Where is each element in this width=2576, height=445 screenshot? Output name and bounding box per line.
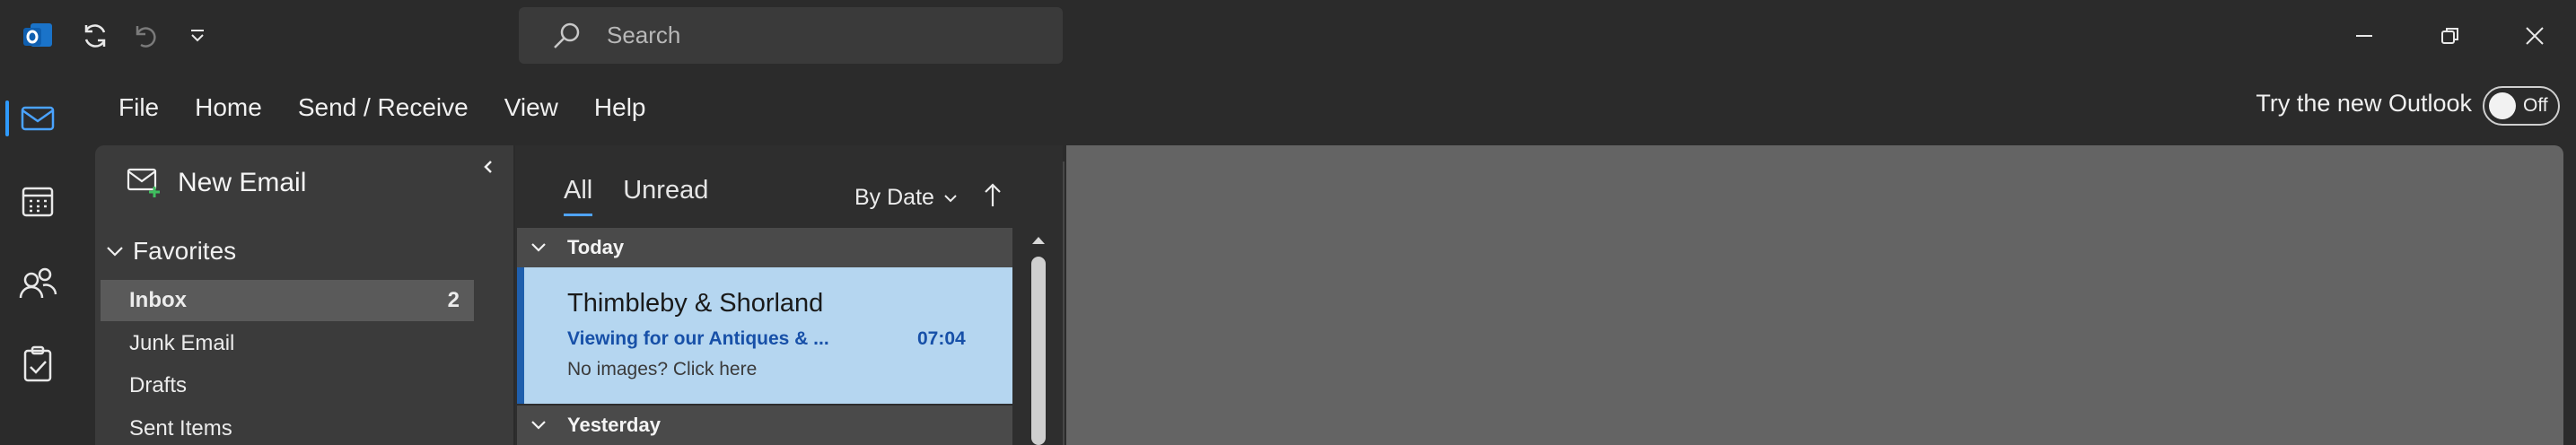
menu-file[interactable]: File (118, 88, 159, 127)
outlook-icon (18, 16, 57, 56)
tab-all[interactable]: All (564, 176, 593, 216)
new-email-icon (127, 168, 160, 197)
chevron-down-icon (531, 421, 546, 430)
unread-count-badge: 2 (447, 288, 460, 312)
group-label: Yesterday (567, 414, 661, 436)
menu-bar: File Home Send / Receive View Help (93, 83, 682, 133)
pane-divider[interactable] (1063, 161, 1065, 445)
folder-sent-items[interactable]: Sent Items (101, 408, 474, 445)
menu-view[interactable]: View (504, 88, 558, 127)
reading-pane (1066, 145, 2563, 445)
folder-drafts[interactable]: Drafts (101, 365, 474, 406)
search-icon (554, 22, 580, 48)
menu-send-receive[interactable]: Send / Receive (298, 88, 469, 127)
new-email-button[interactable]: New Email (126, 167, 306, 199)
folder-inbox[interactable]: Inbox 2 (101, 280, 474, 321)
restore-button[interactable] (2418, 13, 2483, 59)
message-preview: No images? Click here (567, 359, 758, 380)
message-filter-tabs: All Unread (564, 176, 739, 216)
message-item[interactable]: Thimbleby & Shorland Viewing for our Ant… (517, 267, 1012, 404)
favorites-header[interactable]: Favorites (104, 237, 236, 266)
chevron-down-icon (107, 247, 123, 257)
rail-item-tasks[interactable] (0, 327, 75, 402)
folder-label: Inbox (129, 288, 187, 312)
group-label: Today (567, 236, 625, 258)
tasks-icon (23, 345, 52, 382)
app-rail (0, 72, 75, 445)
collapse-pane-button[interactable] (472, 151, 504, 183)
toggle-state-label: Off (2523, 95, 2548, 116)
arrow-up-icon (985, 183, 1001, 206)
message-list-scrollbar[interactable] (1025, 226, 1052, 445)
folder-label: Junk Email (129, 331, 235, 355)
new-email-label: New Email (178, 168, 307, 197)
message-sender: Thimbleby & Shorland (567, 289, 824, 318)
chevron-down-icon (944, 194, 957, 202)
close-icon (2526, 27, 2544, 45)
search-box[interactable]: Search (519, 7, 1063, 64)
search-placeholder: Search (607, 22, 681, 48)
try-new-outlook-toggle[interactable]: Off (2483, 86, 2560, 126)
customize-toolbar-icon[interactable] (178, 16, 217, 56)
scroll-up-arrow-icon[interactable] (1030, 231, 1047, 249)
scrollbar-thumb[interactable] (1031, 257, 1046, 445)
folder-junk-email[interactable]: Junk Email (101, 323, 474, 364)
mail-icon (21, 106, 55, 131)
people-icon (19, 267, 57, 299)
message-subject: Viewing for our Antiques & ... (567, 328, 829, 349)
toggle-knob (2489, 92, 2516, 119)
rail-item-calendar[interactable] (0, 163, 75, 239)
chevron-left-icon (484, 161, 492, 173)
rail-item-people[interactable] (0, 246, 75, 321)
sort-label: By Date (854, 185, 934, 210)
group-header-yesterday[interactable]: Yesterday (517, 406, 1012, 445)
selection-bar (517, 267, 524, 404)
calendar-icon (22, 187, 54, 217)
sort-direction-button[interactable] (982, 181, 1003, 214)
folder-label: Drafts (129, 373, 188, 397)
folder-label: Sent Items (129, 416, 232, 441)
undo-icon[interactable] (126, 16, 165, 56)
rail-item-mail[interactable] (0, 81, 75, 156)
chevron-down-icon (531, 243, 546, 252)
favorites-label: Favorites (133, 237, 237, 265)
sync-icon[interactable] (75, 16, 115, 56)
active-indicator (5, 100, 9, 136)
menu-home[interactable]: Home (195, 88, 262, 127)
try-new-outlook-label: Try the new Outlook (2256, 90, 2472, 117)
minimize-icon (2356, 35, 2372, 37)
title-bar: Search (0, 0, 2576, 72)
minimize-button[interactable] (2332, 13, 2396, 59)
sort-by-dropdown[interactable]: By Date (854, 185, 959, 211)
tab-unread[interactable]: Unread (623, 176, 708, 214)
message-time: 07:04 (917, 328, 966, 349)
menu-help[interactable]: Help (594, 88, 646, 127)
restore-icon (2441, 28, 2458, 44)
close-button[interactable] (2502, 13, 2567, 59)
group-header-today[interactable]: Today (517, 228, 1012, 267)
